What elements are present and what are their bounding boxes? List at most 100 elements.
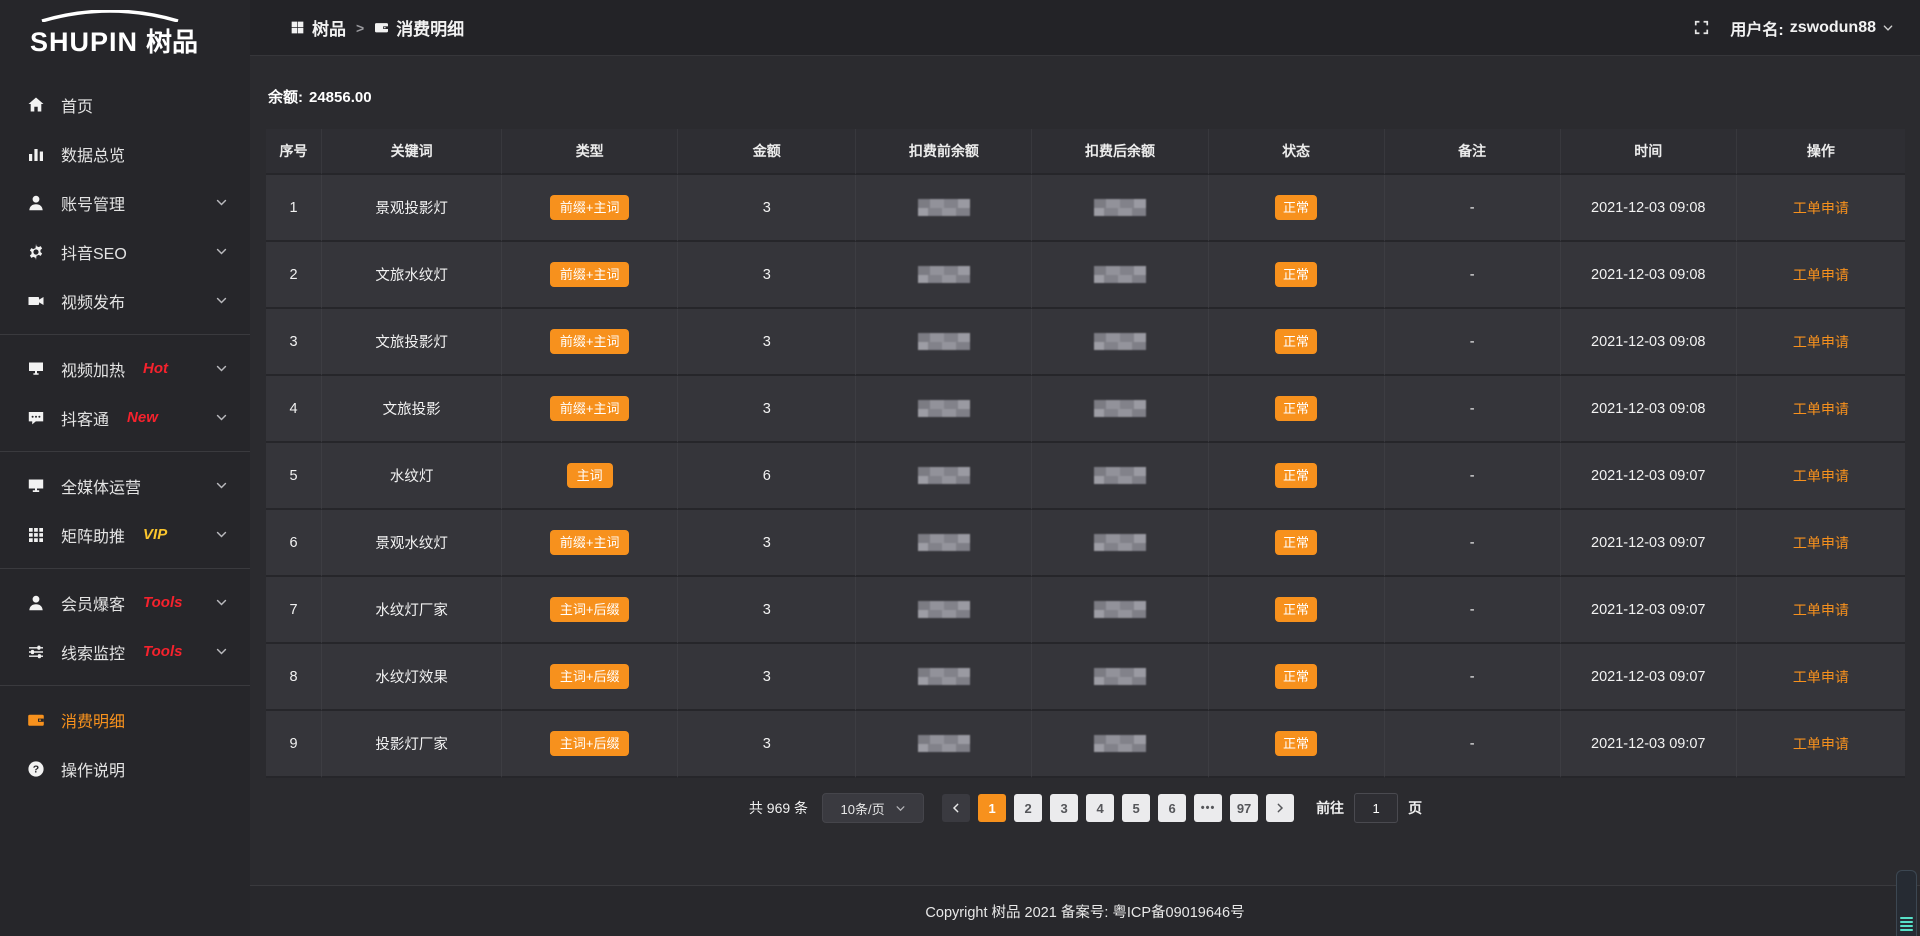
work-order-link[interactable]: 工单申请 — [1793, 200, 1849, 216]
sidebar-item-label: 消费明细 — [61, 708, 125, 732]
page-button-5[interactable]: 5 — [1122, 794, 1150, 822]
page-size-select[interactable]: 10条/页 — [822, 793, 924, 823]
page-button-3[interactable]: 3 — [1050, 794, 1078, 822]
video-icon — [26, 291, 46, 311]
cell-status: 正常 — [1209, 510, 1385, 577]
page-button-97[interactable]: 97 — [1230, 794, 1258, 822]
username-value: zswodun88 — [1790, 19, 1876, 37]
work-order-link[interactable]: 工单申请 — [1793, 401, 1849, 417]
breadcrumb-home[interactable]: 树品 — [290, 15, 346, 40]
balance-value: 24856.00 — [309, 89, 372, 106]
gear-icon — [26, 242, 46, 262]
question-icon: ? — [26, 759, 46, 779]
total-count: 共 969 条 — [749, 798, 808, 818]
sidebar-item-video-publish[interactable]: 视频发布 — [0, 276, 250, 325]
svg-text:?: ? — [33, 763, 39, 775]
sidebar-item-member-burst[interactable]: 会员爆客Tools — [0, 578, 250, 627]
sidebar-item-badge: New — [127, 409, 158, 426]
main-area: 树品 > 消费明细 用户名: zswodun88 余额:24856.00 — [250, 0, 1920, 936]
sidebar-item-douyin-seo[interactable]: 抖音SEO — [0, 227, 250, 276]
breadcrumb-consumption[interactable]: 消费明细 — [374, 15, 464, 40]
cell-time: 2021-12-03 09:08 — [1561, 309, 1737, 376]
masked-value — [1094, 668, 1146, 685]
grid-icon — [26, 525, 46, 545]
sidebar-item-lead-monitor[interactable]: 线索监控Tools — [0, 627, 250, 676]
status-badge: 正常 — [1275, 664, 1317, 689]
sidebar-item-consumption-detail[interactable]: 消费明细 — [0, 695, 250, 744]
cell-time: 2021-12-03 09:07 — [1561, 443, 1737, 510]
floating-widget[interactable] — [1896, 870, 1917, 936]
masked-value — [1094, 601, 1146, 618]
cell-status: 正常 — [1209, 577, 1385, 644]
work-order-link[interactable]: 工单申请 — [1793, 602, 1849, 618]
logo-text-en: SHUPIN — [30, 27, 138, 58]
masked-value — [1094, 199, 1146, 216]
cell-pre-balance — [856, 577, 1032, 644]
cell-time: 2021-12-03 09:07 — [1561, 577, 1737, 644]
fullscreen-icon[interactable] — [1693, 19, 1710, 36]
cell-action: 工单申请 — [1737, 510, 1905, 577]
cell-pre-balance — [856, 175, 1032, 242]
sidebar-item-account-management[interactable]: 账号管理 — [0, 178, 250, 227]
sidebar-menu: 首页数据总览账号管理抖音SEO视频发布视频加热Hot抖客通New全媒体运营矩阵助… — [0, 76, 250, 936]
cell-index: 6 — [266, 510, 322, 577]
topbar: 树品 > 消费明细 用户名: zswodun88 — [250, 0, 1920, 56]
work-order-link[interactable]: 工单申请 — [1793, 535, 1849, 551]
status-badge: 正常 — [1275, 530, 1317, 555]
work-order-link[interactable]: 工单申请 — [1793, 334, 1849, 350]
cell-status: 正常 — [1209, 644, 1385, 711]
board-icon — [26, 359, 46, 379]
masked-value — [1094, 467, 1146, 484]
cell-pre-balance — [856, 711, 1032, 778]
type-badge: 主词+后缀 — [550, 731, 630, 756]
next-page-button[interactable] — [1266, 794, 1294, 822]
page-button-2[interactable]: 2 — [1014, 794, 1042, 822]
cell-post-balance — [1032, 175, 1208, 242]
sidebar-item-data-overview[interactable]: 数据总览 — [0, 129, 250, 178]
page-button-1[interactable]: 1 — [978, 794, 1006, 822]
sidebar-item-media-operation[interactable]: 全媒体运营 — [0, 461, 250, 510]
cell-pre-balance — [856, 443, 1032, 510]
cell-pre-balance — [856, 376, 1032, 443]
work-order-link[interactable]: 工单申请 — [1793, 669, 1849, 685]
wallet-icon — [26, 710, 46, 730]
sidebar-item-matrix-boost[interactable]: 矩阵助推VIP — [0, 510, 250, 559]
page-button-4[interactable]: 4 — [1086, 794, 1114, 822]
sidebar-item-douketong[interactable]: 抖客通New — [0, 393, 250, 442]
prev-page-button[interactable] — [942, 794, 970, 822]
page-button-6[interactable]: 6 — [1158, 794, 1186, 822]
sidebar-item-video-heat[interactable]: 视频加热Hot — [0, 344, 250, 393]
sidebar-item-label: 视频发布 — [61, 289, 125, 313]
work-order-link[interactable]: 工单申请 — [1793, 736, 1849, 752]
cell-keyword: 景观水纹灯 — [322, 510, 502, 577]
table-row: 2文旅水纹灯前缀+主词3正常-2021-12-03 09:08工单申请 — [266, 242, 1905, 309]
masked-value — [918, 467, 970, 484]
goto-page-input[interactable] — [1354, 793, 1398, 823]
cell-action: 工单申请 — [1737, 309, 1905, 376]
breadcrumb: 树品 > 消费明细 — [290, 15, 464, 40]
sidebar-item-label: 矩阵助推 — [61, 523, 125, 547]
cell-action: 工单申请 — [1737, 644, 1905, 711]
username-label: 用户名: — [1730, 16, 1783, 40]
sidebar-item-home[interactable]: 首页 — [0, 80, 250, 129]
sidebar: SHUPIN 树品 首页数据总览账号管理抖音SEO视频发布视频加热Hot抖客通N… — [0, 0, 250, 936]
cell-pre-balance — [856, 510, 1032, 577]
cell-remark: - — [1385, 577, 1561, 644]
work-order-link[interactable]: 工单申请 — [1793, 468, 1849, 484]
wallet-icon — [374, 20, 389, 35]
cell-type: 前缀+主词 — [502, 309, 678, 376]
user-menu[interactable]: 用户名: zswodun88 — [1730, 16, 1894, 40]
cell-index: 2 — [266, 242, 322, 309]
cell-pre-balance — [856, 242, 1032, 309]
grid-icon — [290, 20, 305, 35]
cell-amount: 3 — [678, 242, 856, 309]
masked-value — [1094, 266, 1146, 283]
cell-status: 正常 — [1209, 175, 1385, 242]
sidebar-item-operation-guide[interactable]: ?操作说明 — [0, 744, 250, 793]
cell-remark: - — [1385, 510, 1561, 577]
chevron-down-icon — [215, 528, 228, 541]
page-more-button[interactable]: ••• — [1194, 794, 1222, 822]
breadcrumb-label: 树品 — [312, 15, 346, 40]
pagination: 共 969 条 10条/页 123456•••97 前往 页 — [266, 793, 1905, 823]
work-order-link[interactable]: 工单申请 — [1793, 267, 1849, 283]
